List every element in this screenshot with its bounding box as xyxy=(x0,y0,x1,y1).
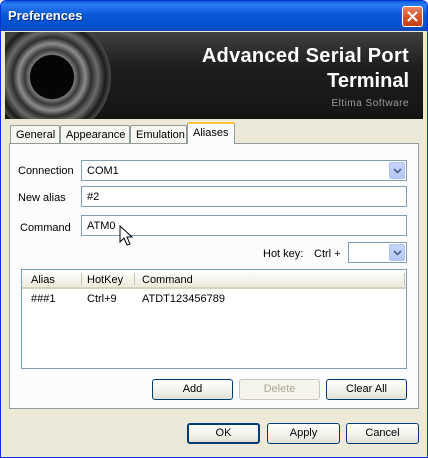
cancel-button[interactable]: Cancel xyxy=(346,423,419,444)
tab-label: Aliases xyxy=(193,127,229,139)
tab-aliases[interactable]: Aliases xyxy=(187,122,235,144)
column-header-command[interactable]: Command xyxy=(142,274,193,286)
product-banner: Advanced Serial Port Terminal Eltima Sof… xyxy=(5,32,423,119)
add-button[interactable]: Add xyxy=(152,379,233,400)
tab-label: Appearance xyxy=(66,129,126,141)
banner-vendor: Eltima Software xyxy=(331,98,409,109)
tab-appearance[interactable]: Appearance xyxy=(60,125,130,144)
column-divider[interactable] xyxy=(81,273,82,285)
tab-label: Emulation xyxy=(136,129,185,141)
column-header-alias[interactable]: Alias xyxy=(31,274,55,286)
connection-dropdown[interactable]: COM1 xyxy=(81,160,407,181)
window-title: Preferences xyxy=(8,8,83,23)
command-value: ATM0 xyxy=(87,220,116,232)
mouse-pointer-icon xyxy=(119,225,134,246)
command-label: Command xyxy=(20,222,71,234)
title-bar[interactable]: Preferences xyxy=(1,1,427,31)
dropdown-button[interactable] xyxy=(389,162,405,179)
new-alias-value: #2 xyxy=(87,191,100,203)
close-icon xyxy=(407,11,418,22)
chevron-down-icon xyxy=(393,250,402,256)
hotkey-dropdown[interactable] xyxy=(348,242,407,263)
tab-emulation[interactable]: Emulation xyxy=(130,125,187,144)
alias-list[interactable]: Alias HotKey Command ###1 Ctrl+9 ATDT123… xyxy=(21,269,407,369)
dropdown-button[interactable] xyxy=(389,244,405,261)
ok-button[interactable]: OK xyxy=(187,423,260,444)
tab-general[interactable]: General xyxy=(10,125,60,144)
chevron-down-icon xyxy=(393,168,402,174)
apply-button[interactable]: Apply xyxy=(267,423,340,444)
delete-button[interactable]: Delete xyxy=(239,379,320,400)
hotkey-ctrl-prefix: Ctrl + xyxy=(314,248,341,260)
banner-title-line2: Terminal xyxy=(327,70,409,92)
close-button[interactable] xyxy=(402,6,423,27)
banner-title-line1: Advanced Serial Port xyxy=(201,45,409,67)
clear-all-button[interactable]: Clear All xyxy=(326,379,407,400)
column-header-hotkey[interactable]: HotKey xyxy=(87,274,123,286)
column-divider[interactable] xyxy=(404,273,405,285)
connection-value: COM1 xyxy=(87,165,119,177)
new-alias-label: New alias xyxy=(18,192,66,204)
connection-label: Connection xyxy=(18,165,74,177)
cell-command: ATDT123456789 xyxy=(142,293,225,305)
cell-hotkey: Ctrl+9 xyxy=(87,293,117,305)
lens-graphic xyxy=(5,32,111,119)
hotkey-label: Hot key: xyxy=(263,248,304,260)
new-alias-input[interactable]: #2 xyxy=(81,186,407,207)
tab-label: General xyxy=(16,129,56,141)
list-header: Alias HotKey Command xyxy=(22,270,406,289)
column-divider[interactable] xyxy=(134,273,135,285)
preferences-window: Preferences Advanced Serial Port Termina… xyxy=(0,0,428,458)
cell-alias: ###1 xyxy=(31,293,56,305)
